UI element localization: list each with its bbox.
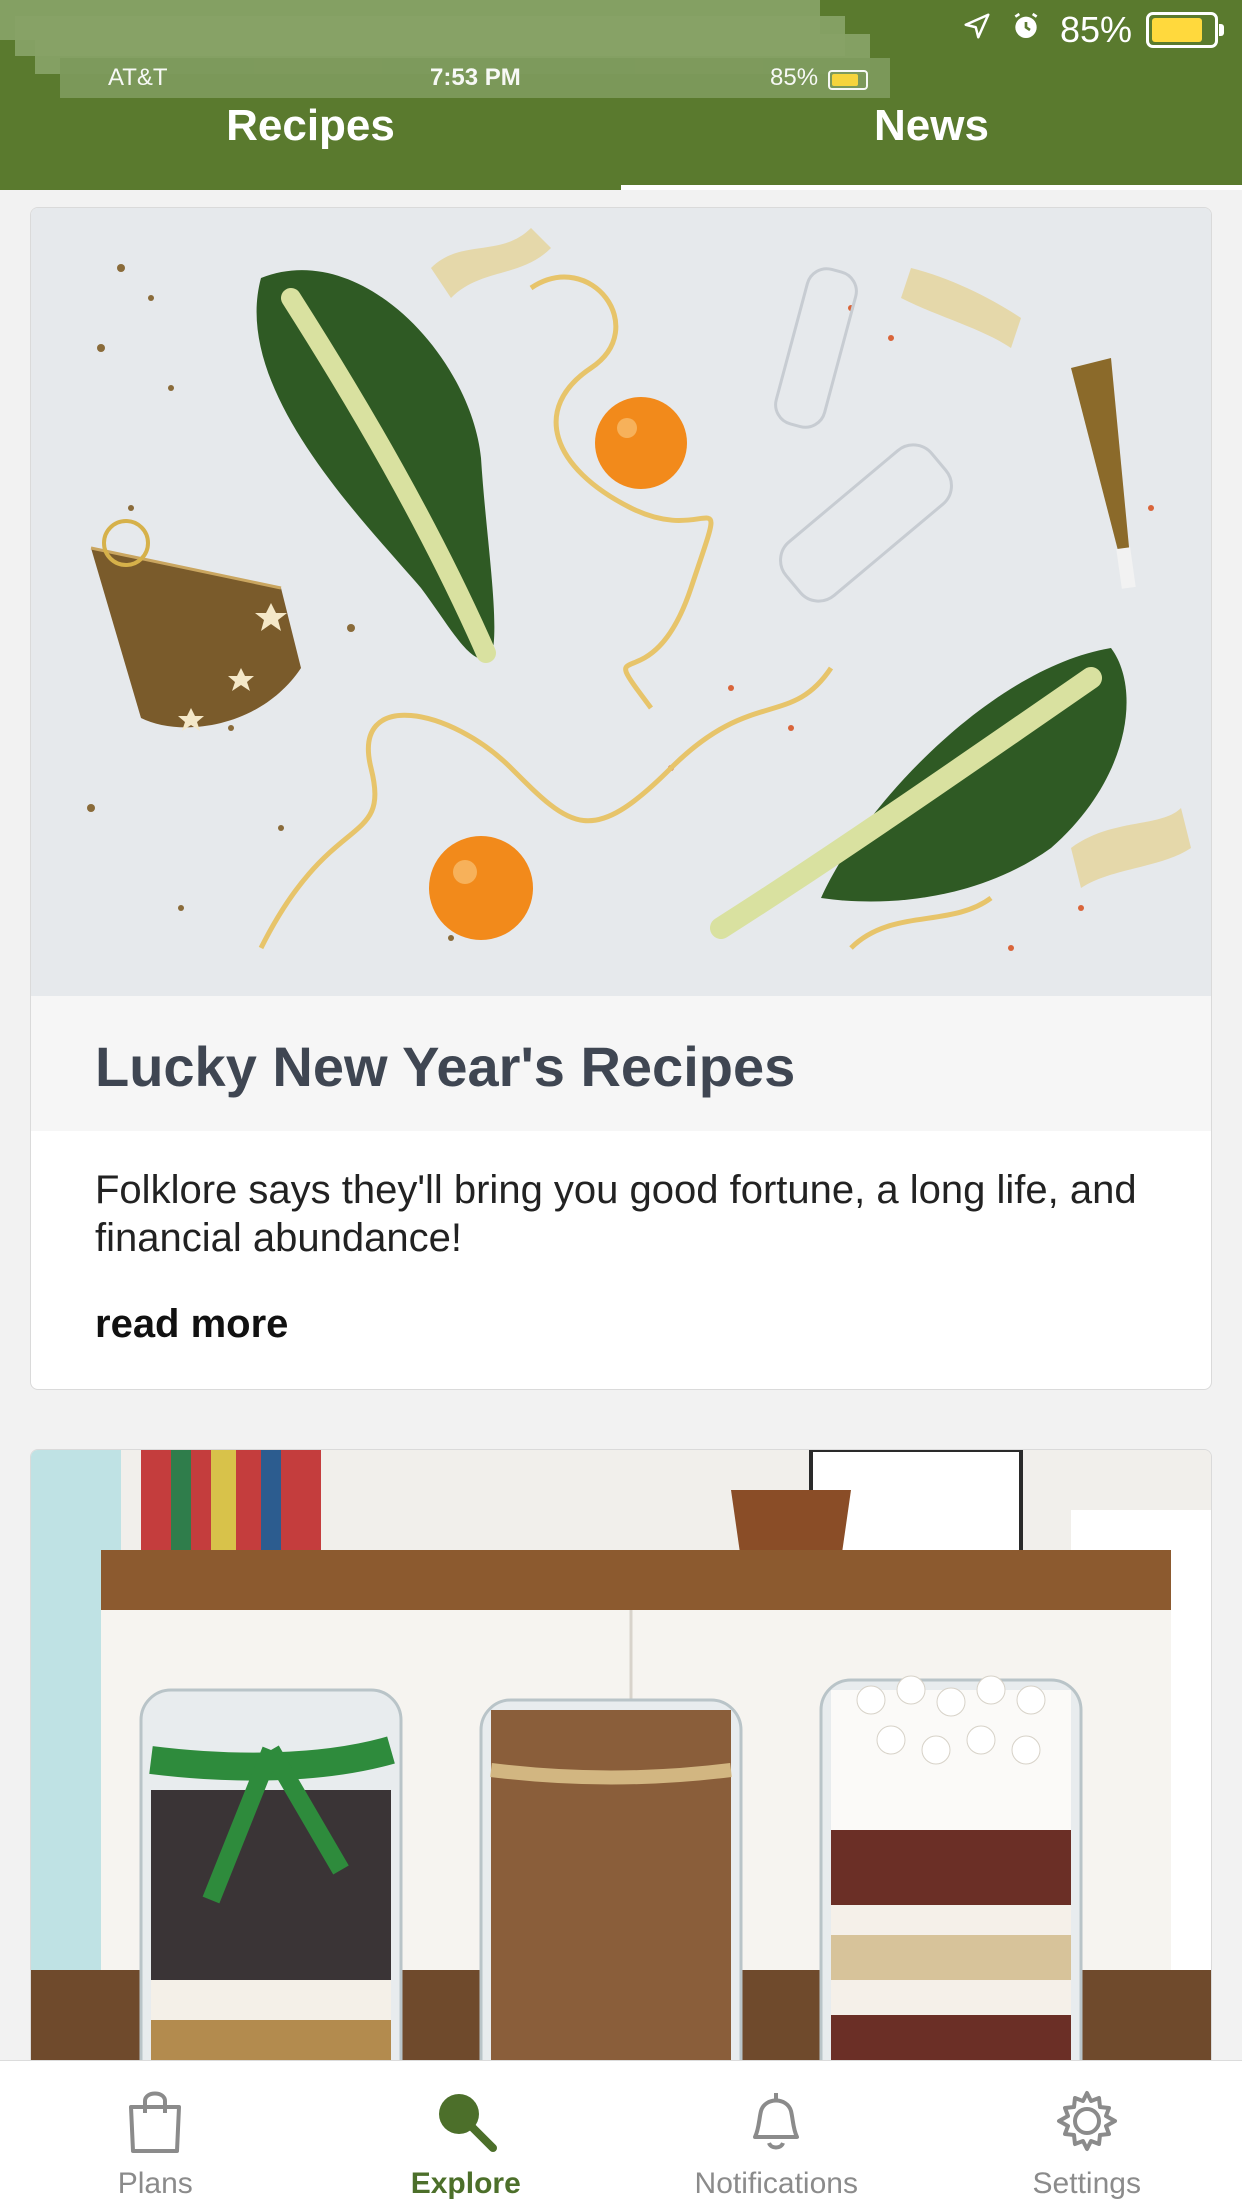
battery-percent-small: 85% [770,64,818,92]
status-bar-small: AT&T 7:53 PM 85% [60,58,890,98]
nav-plans[interactable]: Plans [0,2061,311,2209]
article-description: Folklore says they'll bring you good for… [95,1166,1155,1262]
bottom-navigation: Plans Explore Notifications Settings [0,2060,1242,2209]
tab-recipes[interactable]: Recipes [0,95,621,190]
nav-label: Notifications [695,2167,858,2201]
article-image[interactable] [31,1450,1211,2150]
nav-explore[interactable]: Explore [311,2061,622,2209]
nav-label: Explore [411,2167,521,2201]
article-card[interactable]: Lucky New Year's Recipes Folklore says t… [30,207,1212,1390]
bell-icon [740,2085,812,2157]
read-more-link[interactable]: read more [95,1302,288,1347]
gear-icon [1051,2085,1123,2157]
status-bar-right: 85% [962,8,1218,52]
stacked-status-bars: AT&T 7:53 PM 85% [0,0,890,100]
article-image[interactable] [31,208,1211,996]
battery-icon [828,70,868,90]
shopping-bag-icon [119,2085,191,2157]
battery-icon [1146,12,1218,48]
nav-label: Plans [118,2167,193,2201]
app-header: AT&T 7:53 PM 85% 85% Recipes News [0,0,1242,190]
nav-settings[interactable]: Settings [932,2061,1242,2209]
search-icon [430,2085,502,2157]
tab-bar: Recipes News [0,95,1242,190]
nav-label: Settings [1033,2167,1141,2201]
tab-news[interactable]: News [621,95,1242,190]
alarm-clock-icon [1010,10,1042,50]
battery-percent: 85% [1060,9,1132,51]
status-time: 7:53 PM [430,64,521,92]
carrier-label: AT&T [108,64,168,92]
article-title[interactable]: Lucky New Year's Recipes [95,1034,795,1099]
nav-notifications[interactable]: Notifications [621,2061,932,2209]
location-arrow-icon [962,11,992,49]
article-card[interactable] [30,1449,1212,2151]
